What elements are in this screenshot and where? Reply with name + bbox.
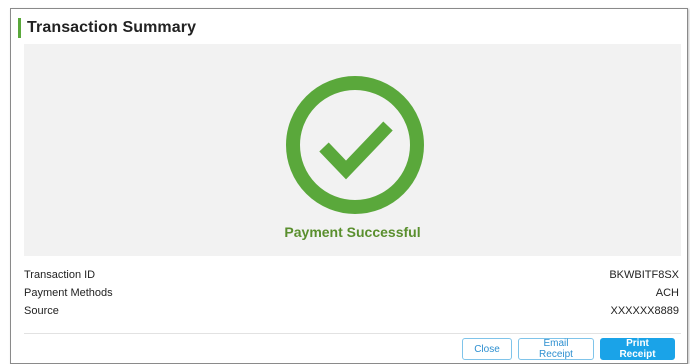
- detail-value: XXXXXX8889: [610, 305, 680, 317]
- footer-divider: [24, 333, 681, 334]
- detail-value: BKWBITF8SX: [609, 269, 679, 281]
- detail-label: Source: [24, 305, 59, 317]
- modal-title: Transaction Summary: [27, 19, 197, 36]
- detail-label: Payment Methods: [24, 287, 113, 299]
- close-button[interactable]: Close: [462, 338, 512, 360]
- modal-footer: Close Email Receipt Print Receipt: [462, 338, 675, 360]
- payment-status-message: Payment Successful: [284, 224, 421, 240]
- detail-value: ACH: [655, 287, 679, 299]
- header-accent-bar: [18, 18, 21, 38]
- transaction-details: Transaction ID BKWBITF8SX Payment Method…: [24, 266, 681, 320]
- print-receipt-button[interactable]: Print Receipt: [600, 338, 675, 360]
- modal-header: Transaction Summary: [18, 18, 196, 38]
- detail-row-source: Source XXXXXX8889: [24, 302, 681, 320]
- detail-row-payment-methods: Payment Methods ACH: [24, 284, 681, 302]
- email-receipt-button[interactable]: Email Receipt: [518, 338, 594, 360]
- detail-row-transaction-id: Transaction ID BKWBITF8SX: [24, 266, 681, 284]
- success-panel: Payment Successful: [24, 44, 681, 256]
- detail-label: Transaction ID: [24, 269, 96, 281]
- check-circle-icon: [284, 74, 426, 216]
- transaction-summary-modal: Transaction Summary Payment Successful T…: [10, 8, 688, 364]
